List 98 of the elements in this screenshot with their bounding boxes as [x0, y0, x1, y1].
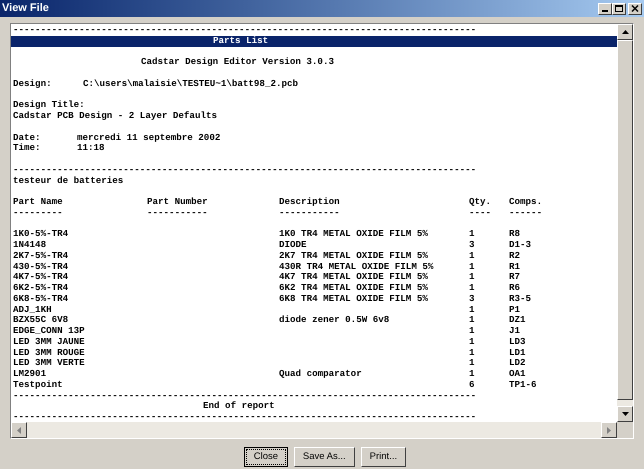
- table-cell-text: DIODE: [279, 240, 308, 251]
- table-cell-text: 1: [469, 348, 476, 358]
- table-cell-text: 1: [469, 326, 476, 337]
- table-cell-text: 4K7 TR4 METAL OXIDE FILM 5%: [279, 272, 429, 283]
- table-cell-text: R8: [509, 229, 522, 240]
- rule-line: ------------------------------------------------------------------------------------: [13, 390, 478, 401]
- table-cell-text: 1: [469, 304, 476, 316]
- dialog-button[interactable]: Close: [244, 447, 288, 467]
- table-cell-text: 1: [469, 262, 476, 272]
- field-value: 11:18: [77, 143, 105, 154]
- table-cell-text: LD2: [509, 358, 527, 369]
- dialog-button[interactable]: Print...: [360, 447, 406, 467]
- field-label: Date:: [13, 132, 42, 143]
- table-cell-text: R3-5: [509, 294, 532, 304]
- table-cell-text: LD1: [509, 348, 527, 358]
- table-cell-text: R6: [509, 283, 522, 294]
- column-header: Qty.: [469, 197, 492, 208]
- table-cell-text: 6: [469, 380, 476, 390]
- field-value: mercredi 11 septembre 2002: [77, 132, 220, 144]
- window-title: View File: [2, 1, 49, 16]
- table-cell-text: diode zener 0.5W 6v8: [279, 315, 390, 326]
- field-label: Design Title:: [13, 100, 86, 111]
- horizontal-scrollbar[interactable]: [11, 422, 617, 438]
- table-cell-text: 6K8-5%-TR4: [13, 294, 70, 304]
- right-arrow-icon: [607, 426, 611, 434]
- table-cell-text: 1: [469, 358, 476, 369]
- table-cell-text: DZ1: [509, 315, 527, 326]
- table-cell-text: 1: [469, 336, 476, 348]
- rule-line: ------------------------------------------------------------------------------------: [13, 412, 478, 423]
- table-cell-text: 4K7-5%-TR4: [13, 272, 70, 283]
- down-arrow-icon: [622, 412, 628, 416]
- table-cell-text: Quad comparator: [279, 369, 363, 380]
- table-cell-text: D1-3: [509, 240, 532, 251]
- scroll-down-button[interactable]: [617, 406, 633, 422]
- left-arrow-icon: [17, 426, 21, 434]
- column-underline: ------: [509, 208, 544, 218]
- up-arrow-icon: [622, 30, 628, 34]
- table-cell-text: TP1-6: [509, 380, 538, 390]
- table-cell-text: R2: [509, 250, 522, 262]
- column-header: Description: [279, 197, 341, 208]
- column-underline: -----------: [279, 208, 341, 218]
- project-name: testeur de batteries: [13, 176, 124, 186]
- table-cell-text: LD3: [509, 336, 527, 348]
- table-cell-text: 2K7-5%-TR4: [13, 250, 70, 262]
- table-cell-text: 430R TR4 METAL OXIDE FILM 5%: [279, 262, 434, 272]
- column-header: Part Number: [147, 197, 209, 208]
- table-cell-text: LED 3MM JAUNE: [13, 336, 86, 348]
- table-cell-text: ADJ_1KH: [13, 304, 53, 316]
- column-header: Comps.: [509, 197, 544, 208]
- field-label: Time:: [13, 143, 42, 154]
- table-cell-text: Testpoint: [13, 380, 64, 390]
- table-cell-text: OA1: [509, 369, 527, 380]
- table-cell-text: EDGE_CONN 13P: [13, 326, 86, 337]
- table-cell-text: 2K7 TR4 METAL OXIDE FILM 5%: [279, 250, 429, 262]
- table-cell-text: R1: [509, 262, 522, 272]
- table-cell-text: 1: [469, 283, 476, 294]
- rule-line: ------------------------------------------------------------------------------------: [13, 164, 478, 176]
- column-underline: ----: [469, 208, 492, 218]
- column-underline: -----------: [147, 208, 209, 218]
- field-label: Design:: [13, 78, 53, 90]
- scroll-up-button[interactable]: [617, 24, 633, 40]
- close-button[interactable]: [628, 2, 642, 14]
- table-cell-text: 1: [469, 315, 476, 326]
- table-cell-text: 1K0-5%-TR4: [13, 229, 70, 240]
- close-icon: [631, 5, 639, 12]
- table-cell-text: 3: [469, 294, 476, 304]
- rule-line: ------------------------------------------------------------------------------------: [13, 25, 478, 36]
- table-cell-text: BZX55C 6V8: [13, 315, 70, 326]
- table-cell-text: 1N4148: [13, 240, 48, 251]
- table-cell-text: 1K0 TR4 METAL OXIDE FILM 5%: [279, 229, 429, 240]
- table-cell-text: 3: [469, 240, 476, 251]
- table-cell-text: 1: [469, 272, 476, 283]
- dialog-button[interactable]: Save As...: [294, 447, 355, 467]
- table-cell-text: 1: [469, 250, 476, 262]
- table-cell-text: LED 3MM VERTE: [13, 358, 86, 369]
- table-cell-text: 6K8 TR4 METAL OXIDE FILM 5%: [279, 294, 429, 304]
- field-value: Cadstar PCB Design - 2 Layer Defaults: [13, 111, 218, 122]
- table-cell-text: LM2901: [13, 369, 48, 380]
- scrollbar-corner: [617, 422, 633, 438]
- table-cell-text: 1: [469, 229, 476, 240]
- report-banner: Parts List: [11, 36, 617, 46]
- table-cell-text: J1: [509, 326, 522, 337]
- scroll-right-button[interactable]: [601, 422, 617, 438]
- table-cell-text: 430-5%-TR4: [13, 262, 70, 272]
- table-cell-text: P1: [509, 304, 522, 316]
- column-header: Part Name: [13, 197, 64, 208]
- scroll-left-button[interactable]: [11, 422, 27, 438]
- maximize-button[interactable]: [612, 2, 626, 14]
- table-cell-text: 1: [469, 369, 476, 380]
- report-end: End of report: [202, 401, 276, 412]
- report-heading: Cadstar Design Editor Version 3.0.3: [140, 57, 335, 68]
- column-underline: ---------: [13, 208, 64, 218]
- field-value: C:\users\malaisie\TESTEU~1\batt98_2.pcb: [83, 78, 298, 90]
- table-cell-text: LED 3MM ROUGE: [13, 348, 86, 358]
- minimize-button[interactable]: [598, 2, 612, 14]
- table-cell-text: R7: [509, 272, 522, 283]
- table-cell-text: 6K2-5%-TR4: [13, 283, 70, 294]
- table-cell-text: 6K2 TR4 METAL OXIDE FILM 5%: [279, 283, 429, 294]
